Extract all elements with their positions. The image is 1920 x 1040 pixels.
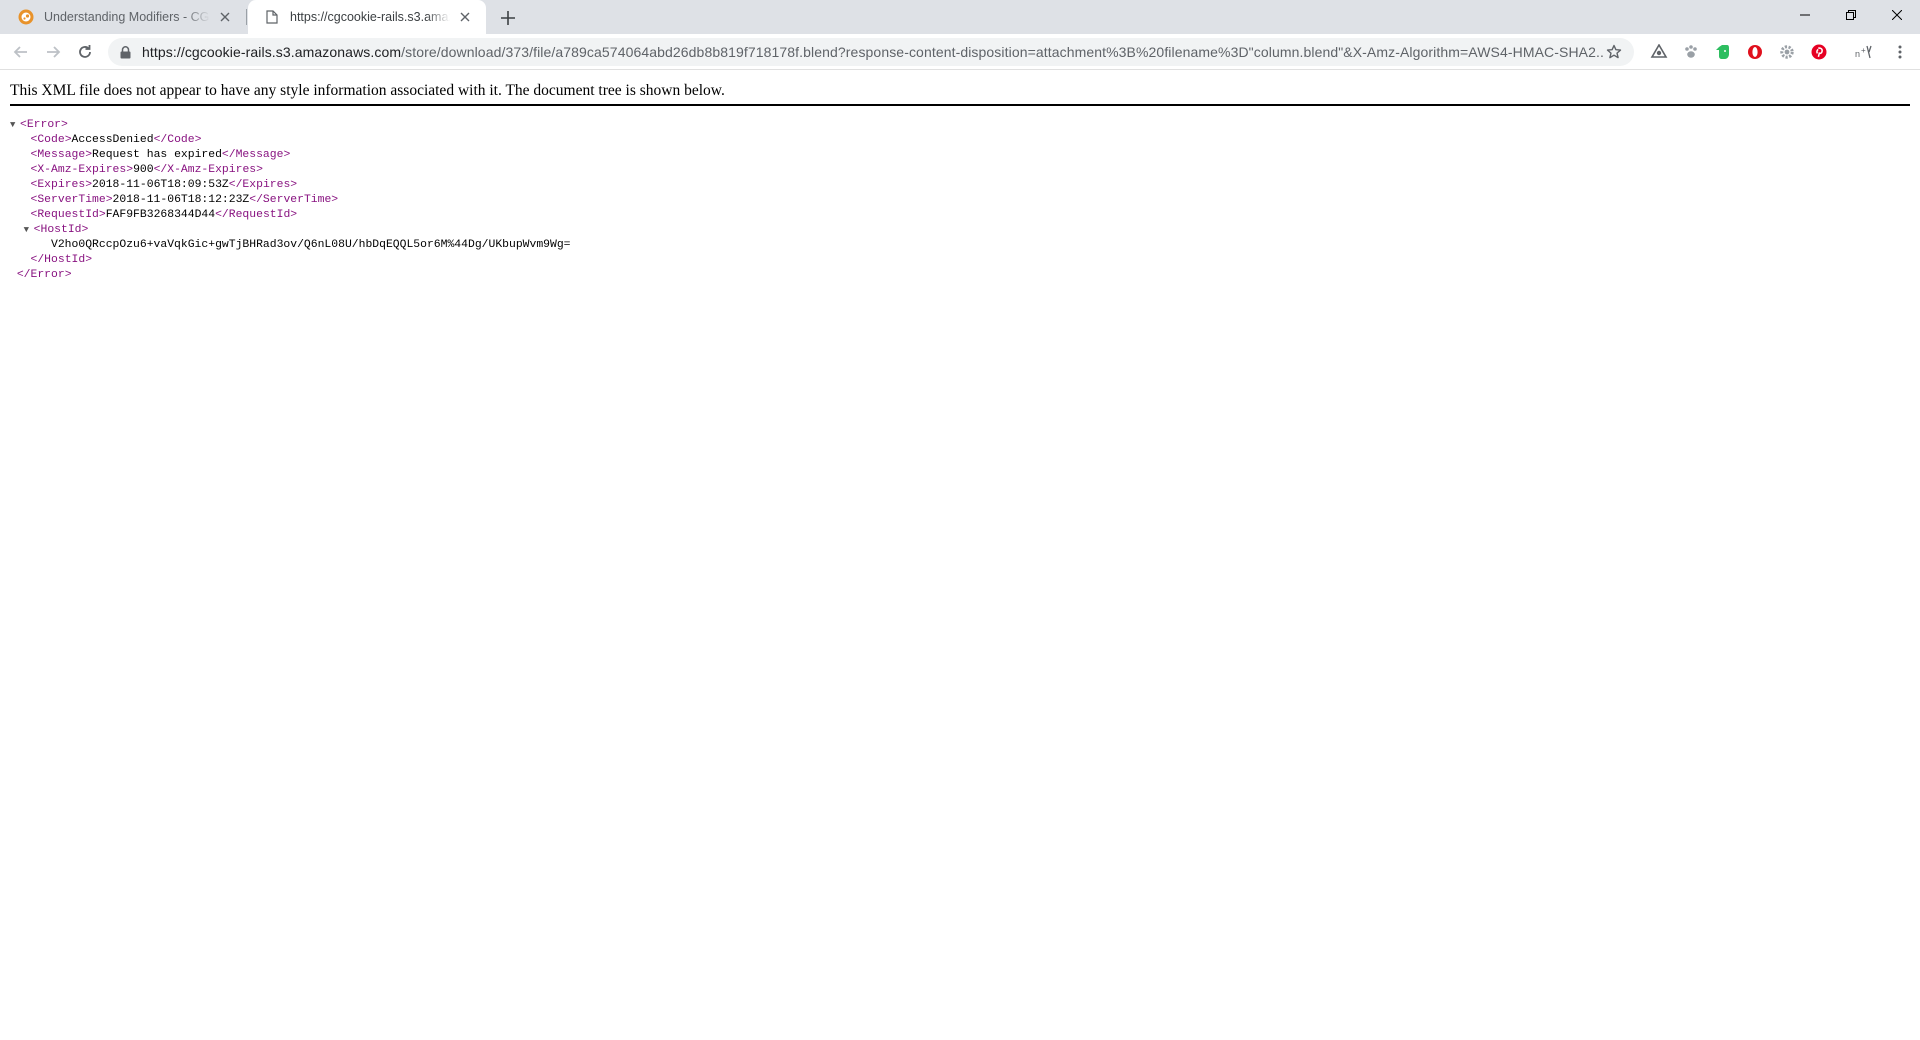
svg-text:+: + bbox=[1861, 46, 1866, 55]
tab-title: Understanding Modifiers - CG Cookie bbox=[44, 10, 210, 24]
xml-code-element: <Code>AccessDenied</Code> bbox=[30, 134, 202, 146]
xml-message-element: <Message>Request has expired</Message> bbox=[30, 149, 291, 161]
collapse-triangle-icon[interactable]: ▼ bbox=[24, 223, 34, 238]
drive-icon[interactable] bbox=[1649, 42, 1669, 62]
url-host: https://cgcookie-rails.s3.amazonaws.com bbox=[142, 44, 402, 60]
xml-message-value: Request has expired bbox=[92, 149, 222, 161]
xml-style-info-text: This XML file does not appear to have an… bbox=[10, 82, 725, 99]
forward-arrow-icon bbox=[47, 46, 61, 58]
close-icon bbox=[1892, 10, 1902, 20]
xml-code-value: AccessDenied bbox=[71, 134, 154, 146]
reload-button[interactable] bbox=[72, 39, 98, 65]
xml-host-id-open: ▼ <HostId> bbox=[23, 223, 89, 238]
url-text[interactable]: https://cgcookie-rails.s3.amazonaws.com/… bbox=[142, 44, 1604, 60]
minimize-button[interactable] bbox=[1782, 0, 1828, 30]
back-arrow-icon bbox=[13, 46, 27, 58]
close-icon[interactable] bbox=[216, 8, 234, 26]
xml-x-amz-expires-value: 900 bbox=[133, 164, 154, 176]
tab-title: https://cgcookie-rails.s3.amazonaws.com bbox=[290, 10, 450, 24]
new-tab-button[interactable] bbox=[496, 6, 520, 30]
xml-server-time-element: <ServerTime>2018-11-06T18:12:23Z</Server… bbox=[30, 194, 339, 206]
close-window-button[interactable] bbox=[1874, 0, 1920, 30]
address-bar[interactable]: https://cgcookie-rails.s3.amazonaws.com/… bbox=[108, 38, 1634, 66]
translate-icon[interactable]: n + bbox=[1855, 42, 1875, 62]
lock-icon[interactable] bbox=[118, 45, 132, 59]
url-path: /store/download/373/file/a789ca574064abd… bbox=[401, 44, 1604, 60]
xml-request-id-element: <RequestId>FAF9FB3268344D44</RequestId> bbox=[30, 209, 298, 221]
browser-toolbar: https://cgcookie-rails.s3.amazonaws.com/… bbox=[0, 34, 1920, 70]
bookmark-star-icon[interactable] bbox=[1604, 42, 1624, 62]
xml-expires-element: <Expires>2018-11-06T18:09:53Z</Expires> bbox=[30, 179, 298, 191]
xml-request-id-value: FAF9FB3268344D44 bbox=[105, 209, 216, 221]
paw-icon[interactable] bbox=[1681, 42, 1701, 62]
close-icon[interactable] bbox=[456, 8, 474, 26]
tab-s3-error[interactable]: https://cgcookie-rails.s3.amazonaws.com bbox=[248, 0, 486, 34]
cgcookie-icon bbox=[18, 9, 34, 25]
tab-strip: Understanding Modifiers - CG Cookie http… bbox=[0, 0, 1920, 34]
collapse-triangle-icon[interactable]: ▼ bbox=[10, 118, 20, 133]
svg-text:n: n bbox=[1855, 49, 1860, 59]
xml-host-id-value-line: V2ho0QRccpOzu6+vaVqkGic+gwTjBHRad3ov/Q6n… bbox=[10, 238, 571, 253]
xml-host-id-value: V2ho0QRccpOzu6+vaVqkGic+gwTjBHRad3ov/Q6n… bbox=[51, 239, 571, 251]
xml-x-amz-expires-element: <X-Amz-Expires>900</X-Amz-Expires> bbox=[30, 164, 263, 176]
opera-icon[interactable] bbox=[1745, 42, 1765, 62]
menu-icon[interactable] bbox=[1890, 42, 1910, 62]
back-button[interactable] bbox=[8, 39, 34, 65]
tab-separator bbox=[246, 9, 247, 25]
xml-expires-value: 2018-11-06T18:09:53Z bbox=[92, 179, 229, 191]
minimize-icon bbox=[1800, 14, 1810, 16]
gear-extension-icon[interactable] bbox=[1777, 42, 1797, 62]
restore-button[interactable] bbox=[1828, 0, 1874, 30]
reload-icon bbox=[79, 45, 91, 58]
restore-icon bbox=[1846, 10, 1856, 20]
evernote-icon[interactable] bbox=[1713, 42, 1733, 62]
xml-error-close: </Error> bbox=[16, 269, 72, 281]
xml-style-info-banner: This XML file does not appear to have an… bbox=[10, 74, 1910, 106]
tab-understanding-modifiers[interactable]: Understanding Modifiers - CG Cookie bbox=[2, 0, 246, 34]
page-icon bbox=[264, 9, 280, 25]
xml-server-time-value: 2018-11-06T18:12:23Z bbox=[112, 194, 250, 206]
plus-icon bbox=[501, 11, 515, 25]
xml-error-open: ▼ <Error> bbox=[10, 118, 68, 133]
pinterest-icon[interactable] bbox=[1809, 42, 1829, 62]
forward-button[interactable] bbox=[40, 39, 66, 65]
xml-document-tree: ▼ <Error> <Code>AccessDenied</Code> <Mess… bbox=[10, 118, 571, 283]
window-controls bbox=[1782, 0, 1920, 30]
xml-host-id-close: </HostId> bbox=[30, 254, 93, 266]
